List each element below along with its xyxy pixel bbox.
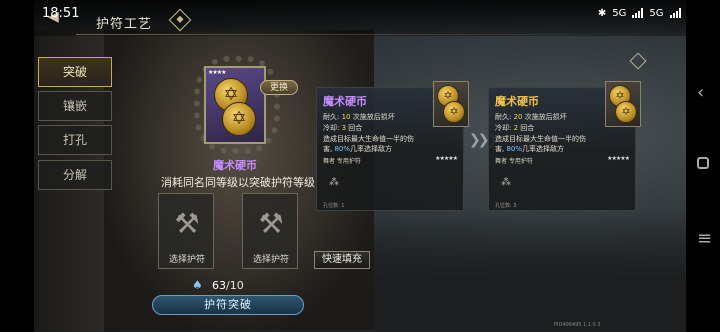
system-nav-bar: ‹ ≡ <box>686 0 720 332</box>
cooldown-line: 冷却: 3 回合 <box>323 124 363 132</box>
effect-line-1: 造成目标最大生命值一半的伤 <box>495 135 586 143</box>
panel-class-tag: 舞者 专用护符 <box>323 158 361 165</box>
replace-button[interactable]: 更换 <box>260 80 298 95</box>
material-have: 63 <box>212 278 226 292</box>
magic-coin-icon-2 <box>615 101 637 123</box>
material-cost: ♠ 63/10 <box>192 278 244 292</box>
signal-icon-2 <box>669 8 681 18</box>
info-emblem-icon[interactable] <box>629 52 647 70</box>
breakthrough-button[interactable]: 护符突破 <box>152 295 304 315</box>
amulet-slot-2[interactable]: ⚒ 选择护符 <box>242 193 298 269</box>
durability-line: 耐久: 10 次施放后损坏 <box>323 113 395 121</box>
panel-amulet-thumb <box>605 81 641 127</box>
panel-class-tag: 舞者 专用护符 <box>495 158 533 165</box>
effect-line-1: 造成目标最大生命值一半的伤 <box>323 135 414 143</box>
cooldown-line: 冷却: 2 回合 <box>495 124 535 132</box>
signal-icon <box>632 8 644 18</box>
tab-decompose[interactable]: 分解 <box>38 160 112 190</box>
amulet-slot-1[interactable]: ⚒ 选择护符 <box>158 193 214 269</box>
next-stats-panel: 魔术硬币 耐久: 20 次施放后损坏 冷却: 2 回合 造成目标最大生命值一半的… <box>488 81 641 211</box>
build-id: PID406495 1.1.0.3 <box>554 322 601 328</box>
axe-icon: ⚒ <box>174 207 200 240</box>
material-count: 63/10 <box>212 279 244 292</box>
background-floor <box>374 210 686 332</box>
nav-back-icon[interactable]: ‹ <box>697 82 704 103</box>
tab-punch-hole[interactable]: 打孔 <box>38 125 112 155</box>
socket-icon: ⁂ <box>501 177 511 188</box>
panel-amulet-name: 魔术硬币 <box>495 95 539 108</box>
consume-instruction: 消耗同名同等级以突破护符等级 <box>161 176 315 189</box>
slot-label: 选择护符 <box>252 255 289 265</box>
nav-home-icon[interactable] <box>697 157 709 169</box>
current-stats-panel: 魔术硬币 耐久: 10 次施放后损坏 冷却: 3 回合 造成目标最大生命值一半的… <box>316 81 469 211</box>
network-label-1: 5G <box>612 7 627 19</box>
axe-icon: ⚒ <box>258 207 284 240</box>
magic-coin-icon-2 <box>222 102 256 136</box>
slot-label: 选择护符 <box>168 255 205 265</box>
game-screen: ◀ 护符工艺 突破 镶嵌 打孔 分解 ★★★★ 更换 魔术硬币 消耗同名同等级以… <box>34 0 686 332</box>
effect-line-2: 害, 80%几率选择敌方 <box>495 145 565 153</box>
quick-fill-button[interactable]: 快速填充 <box>314 251 370 269</box>
panel-hole-count: 孔位数: 3 <box>495 203 517 209</box>
title-divider <box>76 34 684 35</box>
essence-icon: ♠ <box>192 278 203 292</box>
panel-rank-stars: ★★★★★ <box>607 155 630 162</box>
tab-inlay[interactable]: 镶嵌 <box>38 91 112 121</box>
nav-recent-icon[interactable]: ≡ <box>697 228 712 249</box>
panel-hole-count: 孔位数: 1 <box>323 203 345 209</box>
bluetooth-icon: ✱ <box>597 7 607 19</box>
socket-icon: ⁂ <box>329 177 339 188</box>
card-rank-stars: ★★★★ <box>208 69 226 76</box>
status-time: 18:51 <box>42 5 80 21</box>
panel-rank-stars: ★★★★★ <box>435 155 458 162</box>
network-label-2: 5G <box>649 7 664 19</box>
amulet-name: 魔术硬币 <box>213 159 257 172</box>
panel-amulet-name: 魔术硬币 <box>323 95 367 108</box>
material-required: /10 <box>226 278 244 292</box>
status-bar: 18:51 ✱ 5G 5G 97 <box>0 0 720 26</box>
effect-line-2: 害, 80%几率选择敌方 <box>323 145 393 153</box>
panel-amulet-thumb <box>433 81 469 127</box>
durability-line: 耐久: 20 次施放后损坏 <box>495 113 567 121</box>
tab-breakthrough[interactable]: 突破 <box>38 57 112 87</box>
magic-coin-icon-2 <box>443 101 465 123</box>
selected-amulet-card[interactable]: ★★★★ <box>204 66 266 144</box>
